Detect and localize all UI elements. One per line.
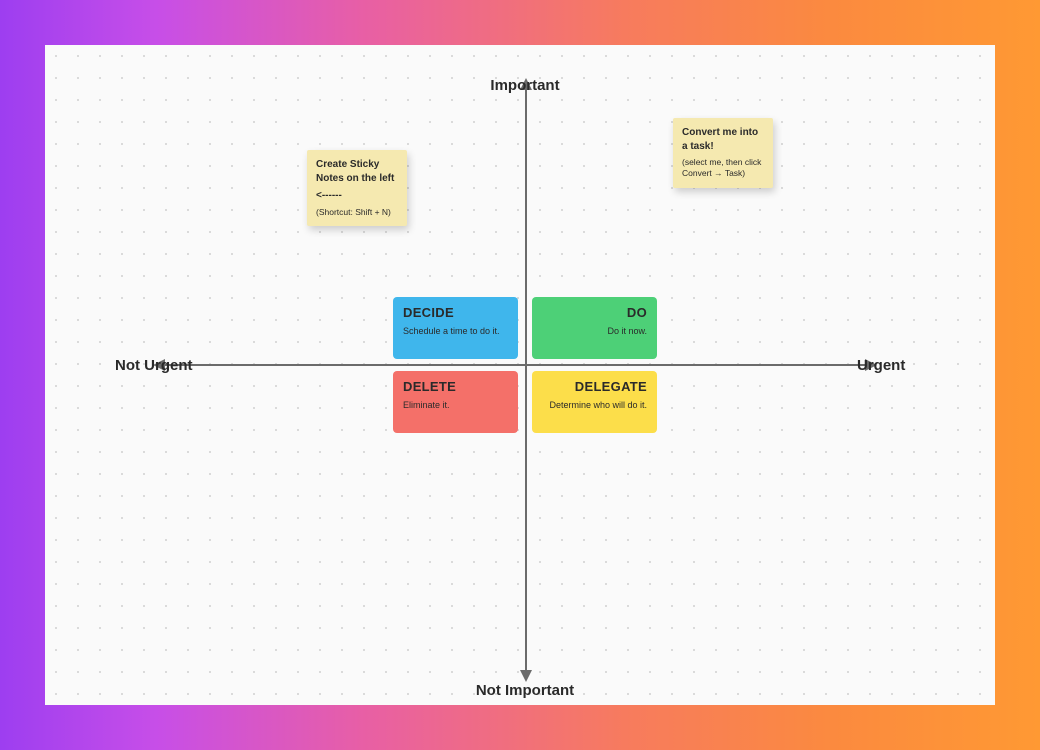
quadrant-delegate-subtitle: Determine who will do it. bbox=[549, 400, 647, 410]
sticky-note-convert-hint: (select me, then click Convert → Task) bbox=[682, 157, 764, 180]
quadrant-do[interactable]: DO Do it now. bbox=[532, 297, 657, 359]
quadrant-delegate-title: DELEGATE bbox=[542, 379, 647, 394]
horizontal-axis bbox=[165, 364, 865, 366]
quadrant-decide[interactable]: DECIDE Schedule a time to do it. bbox=[393, 297, 518, 359]
sticky-note-convert[interactable]: Convert me into a task! (select me, then… bbox=[673, 118, 773, 188]
eisenhower-matrix-canvas[interactable]: Important Not Important Not Urgent Urgen… bbox=[45, 45, 995, 705]
quadrant-do-subtitle: Do it now. bbox=[607, 326, 647, 336]
sticky-note-convert-title: Convert me into a task! bbox=[682, 126, 764, 153]
quadrant-delete-title: DELETE bbox=[403, 379, 508, 394]
sticky-note-create-arrow: <------ bbox=[316, 189, 398, 203]
quadrant-decide-title: DECIDE bbox=[403, 305, 508, 320]
arrow-down-icon bbox=[520, 670, 532, 682]
axis-label-important: Important bbox=[475, 77, 575, 94]
quadrant-delete-subtitle: Eliminate it. bbox=[403, 400, 450, 410]
axis-label-urgent: Urgent bbox=[857, 357, 927, 374]
sticky-note-create-hint: (Shortcut: Shift + N) bbox=[316, 207, 398, 218]
quadrant-do-title: DO bbox=[542, 305, 647, 320]
axis-label-not-important: Not Important bbox=[475, 682, 575, 700]
axis-label-not-urgent: Not Urgent bbox=[115, 357, 215, 374]
vertical-axis bbox=[525, 90, 527, 670]
quadrant-decide-subtitle: Schedule a time to do it. bbox=[403, 326, 500, 336]
quadrant-delete[interactable]: DELETE Eliminate it. bbox=[393, 371, 518, 433]
sticky-note-create-title: Create Sticky Notes on the left bbox=[316, 158, 398, 185]
sticky-note-create[interactable]: Create Sticky Notes on the left <------ … bbox=[307, 150, 407, 226]
quadrant-delegate[interactable]: DELEGATE Determine who will do it. bbox=[532, 371, 657, 433]
